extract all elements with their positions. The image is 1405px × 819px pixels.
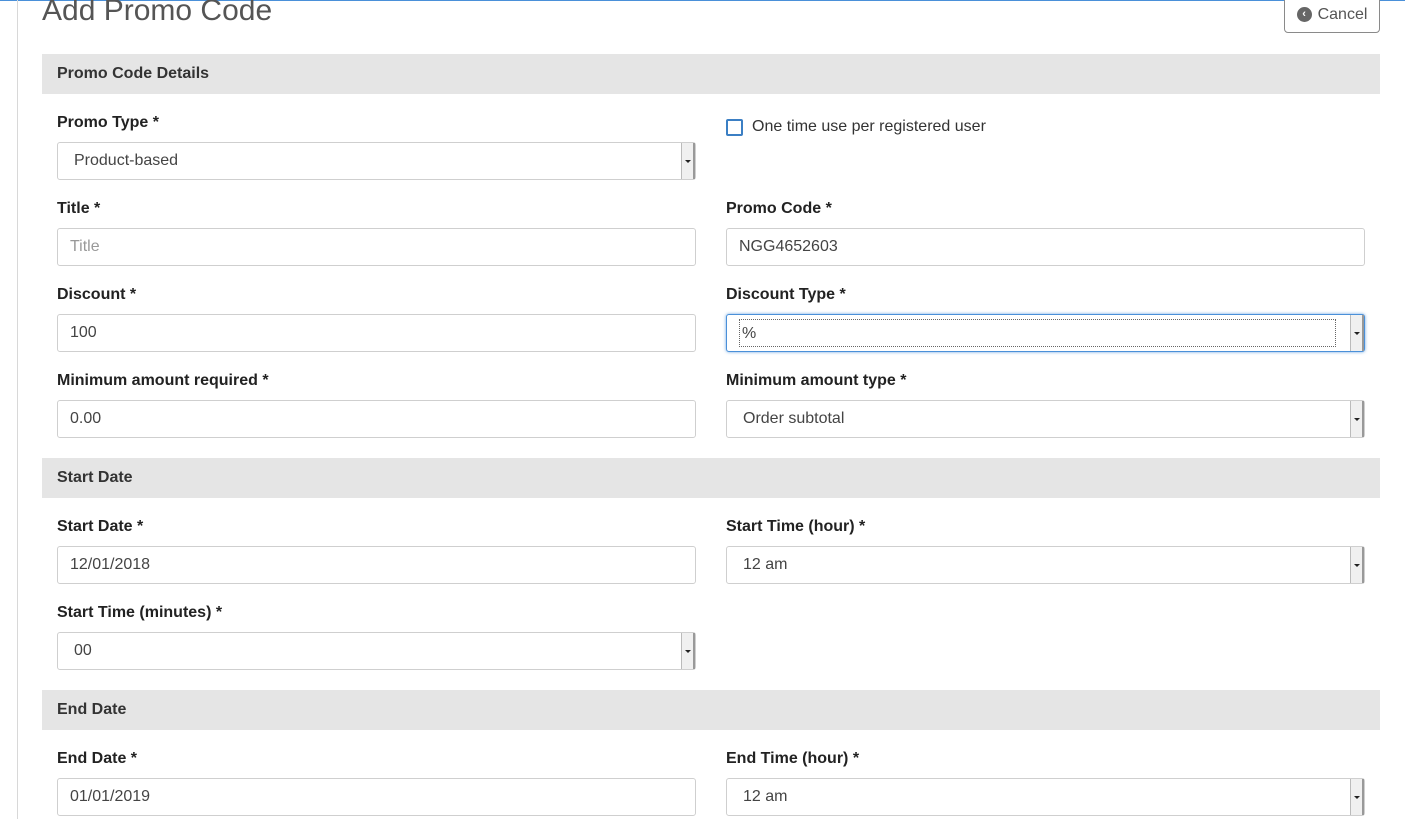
- chevron-down-icon: [1350, 315, 1364, 351]
- chevron-down-icon: [681, 143, 695, 179]
- min-amount-type-select[interactable]: Order subtotal: [726, 400, 1365, 438]
- start-hour-label: Start Time (hour) *: [726, 518, 866, 535]
- start-minutes-select[interactable]: 00: [57, 632, 696, 670]
- end-hour-select[interactable]: 12 am: [726, 778, 1365, 816]
- start-hour-select[interactable]: 12 am: [726, 546, 1365, 584]
- section-header-details: Promo Code Details: [42, 54, 1380, 94]
- end-hour-label: End Time (hour) *: [726, 750, 860, 767]
- sidebar-divider: [17, 0, 18, 819]
- discount-type-select[interactable]: %: [726, 314, 1365, 352]
- chevron-down-icon: [1350, 547, 1364, 583]
- start-date-label: Start Date *: [57, 518, 144, 535]
- cancel-button[interactable]: ‹ Cancel: [1284, 0, 1380, 33]
- one-time-use-label: One time use per registered user: [752, 118, 986, 135]
- start-hour-value: 12 am: [743, 556, 788, 573]
- discount-label: Discount *: [57, 286, 137, 303]
- chevron-down-icon: [681, 633, 695, 669]
- end-date-label: End Date *: [57, 750, 138, 767]
- promo-type-value: Product-based: [74, 152, 179, 169]
- title-label: Title *: [57, 200, 101, 217]
- arrow-circle-left-icon: ‹: [1296, 7, 1312, 22]
- promo-code-input[interactable]: NGG4652603: [726, 228, 1365, 266]
- title-input[interactable]: Title: [57, 228, 696, 266]
- min-amount-label: Minimum amount required *: [57, 372, 269, 389]
- one-time-use-checkbox[interactable]: [726, 118, 743, 136]
- discount-type-value: %: [739, 319, 1336, 347]
- promo-type-select[interactable]: Product-based: [57, 142, 696, 180]
- discount-input[interactable]: 100: [57, 314, 696, 352]
- chevron-down-icon: [1350, 779, 1364, 815]
- chevron-down-icon: [1350, 401, 1364, 437]
- start-minutes-value: 00: [74, 642, 92, 659]
- cancel-button-label: Cancel: [1317, 5, 1368, 23]
- section-header-start-date: Start Date: [42, 458, 1380, 498]
- start-date-input[interactable]: 12/01/2018: [57, 546, 696, 584]
- promo-code-label: Promo Code *: [726, 200, 832, 217]
- discount-type-label: Discount Type *: [726, 286, 846, 303]
- min-amount-input[interactable]: 0.00: [57, 400, 696, 438]
- min-amount-type-value: Order subtotal: [743, 410, 845, 427]
- promo-type-label: Promo Type *: [57, 114, 159, 131]
- end-hour-value: 12 am: [743, 788, 788, 805]
- page-title: Add Promo Code: [42, 0, 273, 27]
- one-time-use-option[interactable]: One time use per registered user: [726, 118, 986, 136]
- section-header-end-date: End Date: [42, 690, 1380, 730]
- min-amount-type-label: Minimum amount type *: [726, 372, 907, 389]
- start-minutes-label: Start Time (minutes) *: [57, 604, 223, 621]
- end-date-input[interactable]: 01/01/2019: [57, 778, 696, 816]
